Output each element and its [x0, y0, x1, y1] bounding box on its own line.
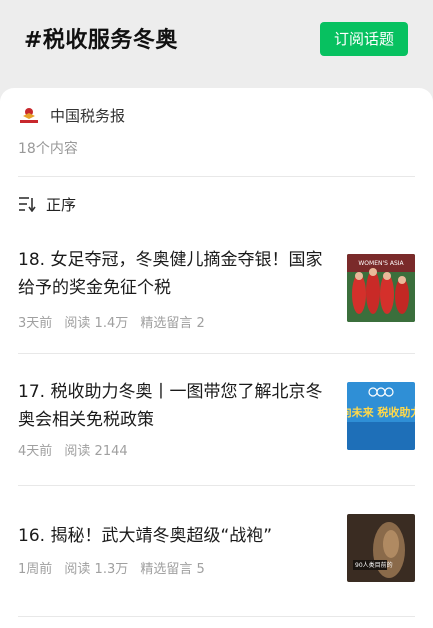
article-comments: 精选留言 2	[140, 316, 205, 331]
subscribe-topic-button[interactable]: 订阅话题	[320, 22, 408, 56]
article-meta: 3天前 阅读 1.4万 精选留言 2	[18, 312, 213, 331]
account-name: 中国税务报	[50, 106, 126, 125]
thumbnail-caption: 起向未来 税收助力冬	[347, 405, 415, 419]
article-title: 18. 女足夺冠，冬奥健儿摘金夺银！国家给予的奖金免征个税	[18, 250, 323, 298]
topic-title: #税收服务冬奥	[24, 28, 178, 53]
divider	[18, 616, 415, 617]
article-time: 1周前	[18, 562, 53, 577]
account-row[interactable]: 中国税务报	[18, 102, 125, 128]
article-reads: 阅读 1.4万	[64, 316, 129, 331]
article-list-card: 中国税务报 18个内容 正序 18. 女足夺冠，冬奥健儿摘金夺银！国家给予的奖金…	[0, 88, 433, 628]
article-title: 17. 税收助力冬奥丨一图带您了解北京冬奥会相关免税政策	[18, 382, 323, 430]
content-count: 18个内容	[18, 141, 78, 157]
article-item[interactable]: 16. 揭秘！武大靖冬奥超级“战袍” 1周前 阅读 1.3万 精选留言 5 90…	[18, 514, 415, 602]
divider	[18, 353, 415, 354]
article-meta: 4天前 阅读 2144	[18, 440, 136, 459]
article-meta: 1周前 阅读 1.3万 精选留言 5	[18, 558, 213, 577]
account-logo-icon	[18, 106, 40, 124]
thumbnail-caption: 90人类目前的	[355, 561, 393, 569]
article-thumbnail: 起向未来 税收助力冬	[347, 382, 415, 450]
sort-label: 正序	[46, 195, 77, 214]
article-title: 16. 揭秘！武大靖冬奥超级“战袍”	[18, 526, 273, 546]
article-comments: 精选留言 5	[140, 562, 205, 577]
article-item[interactable]: 17. 税收助力冬奥丨一图带您了解北京冬奥会相关免税政策 4天前 阅读 2144…	[18, 378, 415, 478]
article-item[interactable]: 18. 女足夺冠，冬奥健儿摘金夺银！国家给予的奖金免征个税 3天前 阅读 1.4…	[18, 246, 415, 346]
thumbnail-caption: WOMEN'S ASIA	[358, 260, 404, 267]
sort-order-toggle[interactable]: 正序	[18, 192, 76, 216]
sort-icon	[19, 197, 36, 212]
article-time: 3天前	[18, 316, 53, 331]
divider	[18, 176, 415, 177]
article-thumbnail: 90人类目前的	[347, 514, 415, 582]
divider	[18, 485, 415, 486]
topic-header: #税收服务冬奥 订阅话题	[0, 0, 433, 88]
article-time: 4天前	[18, 444, 53, 459]
article-reads: 阅读 2144	[64, 444, 128, 459]
article-thumbnail: WOMEN'S ASIA	[347, 254, 415, 322]
article-reads: 阅读 1.3万	[64, 562, 129, 577]
